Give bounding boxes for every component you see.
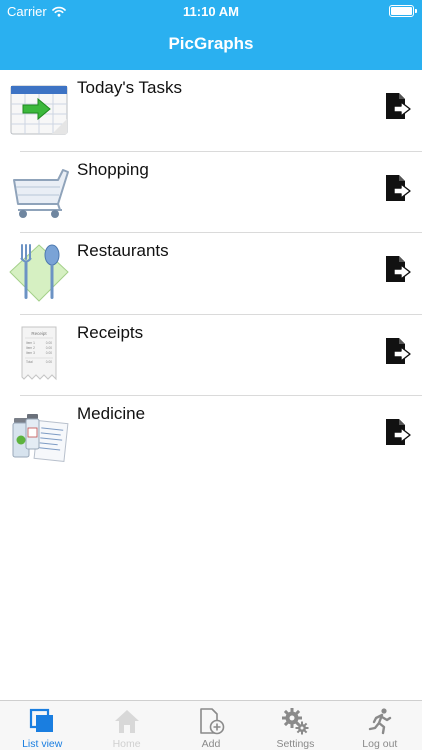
status-time: 11:10 AM: [183, 4, 239, 19]
list-item-shopping[interactable]: Shopping: [0, 152, 422, 233]
tab-add[interactable]: Add: [169, 701, 253, 750]
receipt-line-label: Item 2: [26, 346, 35, 350]
open-item-icon[interactable]: [384, 91, 412, 121]
tab-label: Home: [112, 738, 141, 750]
medicine-icon: [12, 414, 69, 463]
open-item-icon[interactable]: [384, 417, 412, 447]
navigation-header: Carrier 11:10 AM PicGraphs: [0, 0, 422, 70]
battery-icon: [389, 5, 417, 17]
category-list: Today's Tasks Shopping Restaurants Recei…: [0, 70, 422, 478]
running-person-icon: [368, 708, 392, 735]
receipt-line-amount: 0.00: [46, 360, 52, 364]
receipt-line-label: Item 1: [26, 341, 35, 345]
list-item-receipts[interactable]: Receipt Item 1 0.00 Item 2 0.00 Item 3 0…: [0, 315, 422, 396]
page-title: PicGraphs: [168, 34, 254, 53]
list-item-restaurants[interactable]: Restaurants: [0, 233, 422, 315]
tab-label: Settings: [276, 738, 315, 750]
gears-icon: [282, 708, 309, 735]
add-document-icon: [200, 708, 225, 735]
tab-list-view[interactable]: List view: [0, 701, 84, 750]
list-item-title: Restaurants: [77, 241, 169, 260]
open-item-icon[interactable]: [384, 173, 412, 203]
receipt-line-amount: 0.00: [46, 351, 52, 355]
fork-spoon-icon: [9, 244, 69, 302]
receipt-line-amount: 0.00: [46, 346, 52, 350]
list-view-icon: [30, 708, 54, 732]
receipt-icon: Receipt Item 1 0.00 Item 2 0.00 Item 3 0…: [21, 326, 57, 380]
tab-label: Log out: [362, 738, 398, 750]
shopping-cart-icon: [13, 168, 69, 218]
list-item-todays-tasks[interactable]: Today's Tasks: [0, 70, 422, 152]
home-icon: [114, 710, 139, 733]
tab-bar: List view Home Add Settings Log out: [0, 700, 422, 750]
tab-label: List view: [22, 738, 63, 750]
list-item-medicine[interactable]: Medicine: [0, 396, 422, 478]
receipt-line-label: Item 3: [26, 351, 35, 355]
list-item-title: Receipts: [77, 322, 144, 342]
receipt-heading: Receipt: [31, 331, 47, 336]
tab-log-out[interactable]: Log out: [338, 701, 422, 750]
open-item-icon[interactable]: [384, 336, 412, 366]
list-item-title: Shopping: [77, 159, 149, 179]
status-bar: Carrier 11:10 AM: [0, 0, 422, 22]
receipt-line-amount: 0.00: [46, 341, 52, 345]
tab-home[interactable]: Home: [84, 701, 168, 750]
list-item-title: Today's Tasks: [77, 78, 182, 97]
tab-label: Add: [201, 738, 221, 750]
open-item-icon[interactable]: [384, 254, 412, 284]
calendar-icon: [10, 85, 68, 135]
tab-settings[interactable]: Settings: [253, 701, 337, 750]
receipt-line-label: Total: [26, 360, 33, 364]
list-item-title: Medicine: [77, 404, 146, 423]
